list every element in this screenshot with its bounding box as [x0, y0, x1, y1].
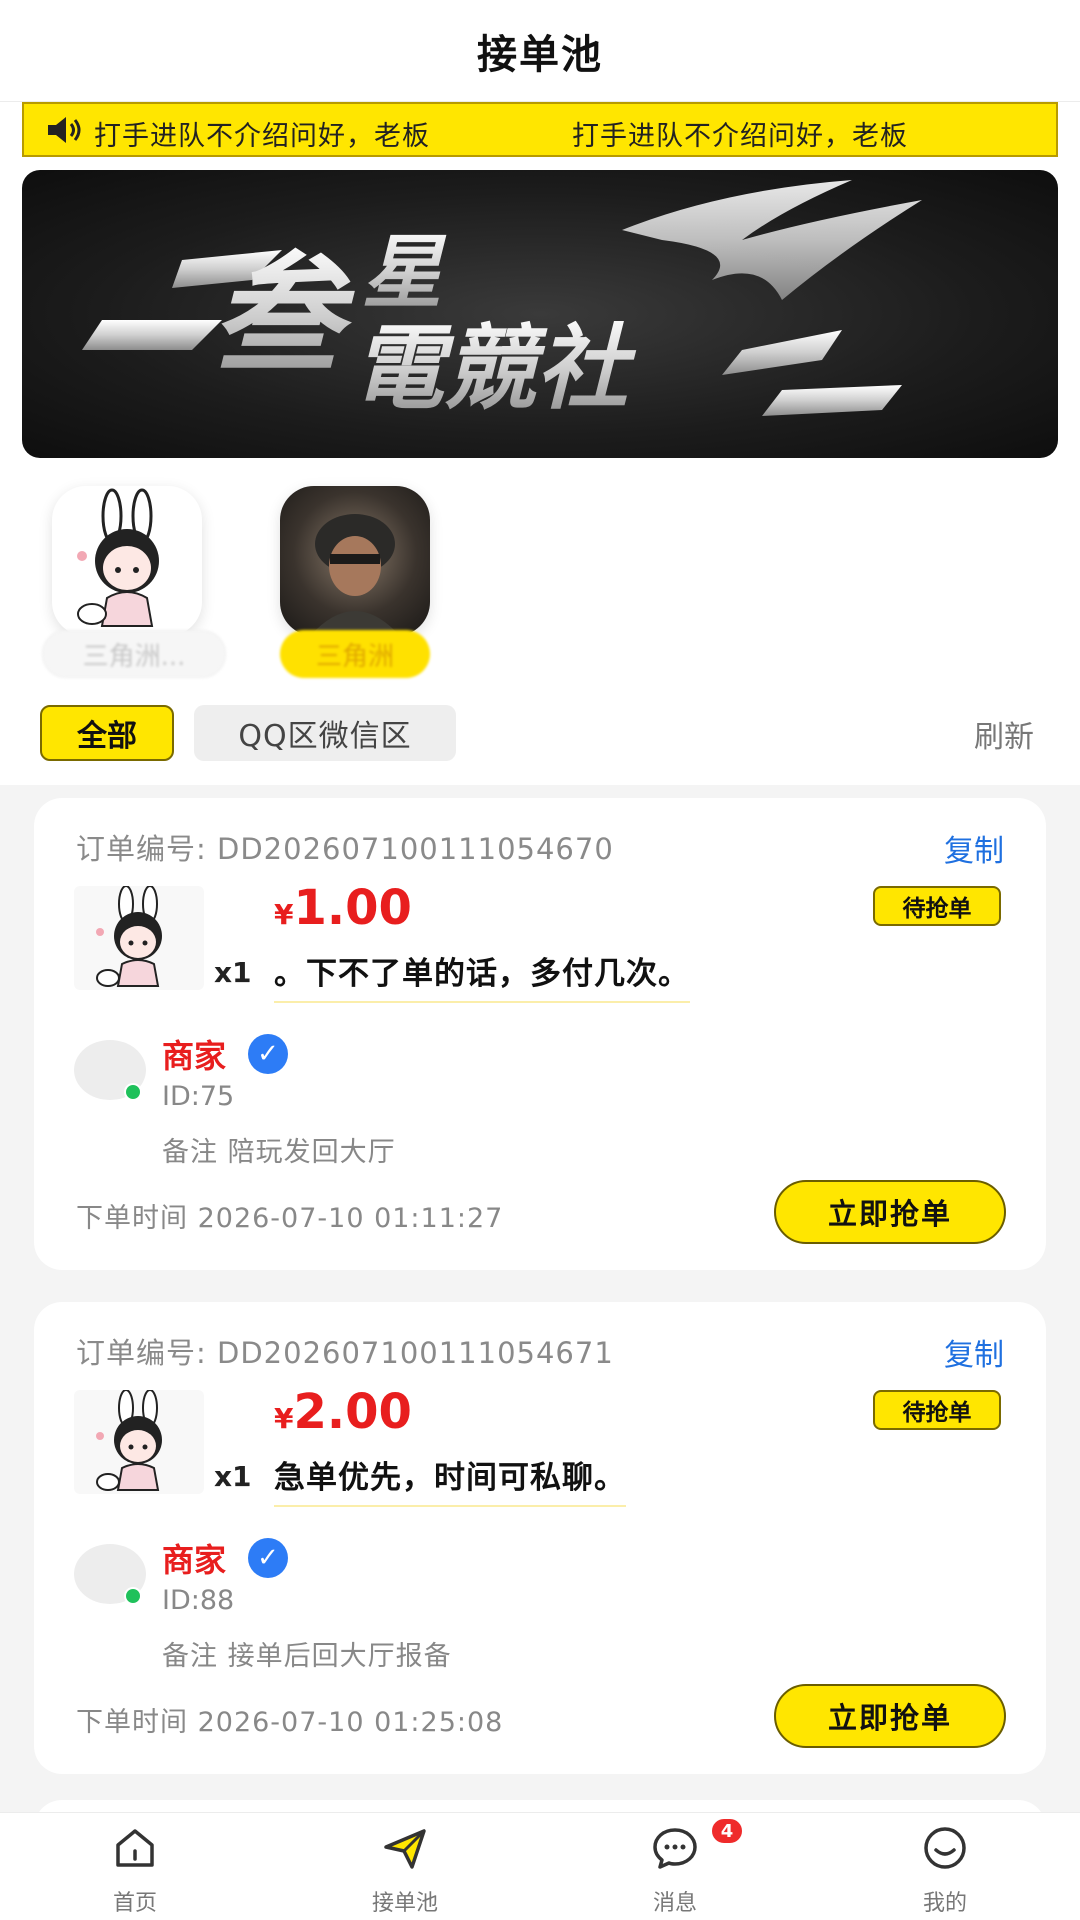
order-remark: 备注 陪玩发回大厅 [162, 1137, 396, 1168]
order-thumbnail [74, 1390, 204, 1494]
tab-profile[interactable]: 我的 [870, 1813, 1020, 1920]
bottom-tab-bar: 首页 接单池 4 消息 我的 [0, 1812, 1080, 1920]
order-number: 订单编号: DD202607100111054671 [76, 1336, 614, 1370]
tab-label: 我的 [922, 1891, 967, 1916]
banner-logo: 叁 星 電競社 [82, 180, 922, 422]
order-remark: 备注 接单后回大厅报备 [162, 1641, 452, 1672]
banner[interactable]: 叁 星 電競社 [22, 170, 1058, 458]
svg-text:星: 星 [362, 226, 447, 319]
verified-icon: ✓ [248, 1034, 288, 1074]
filter-zone-button[interactable]: QQ区微信区 [194, 705, 456, 761]
notice-message: 打手进队不介绍问好，老板 [572, 121, 908, 152]
tab-label: 首页 [112, 1891, 157, 1916]
game-avatar [280, 486, 430, 636]
merchant-id: ID:75 [162, 1081, 235, 1112]
order-quantity: x1 [214, 956, 252, 989]
filter-bar: 全部 QQ区微信区 刷新 [0, 700, 1080, 770]
svg-text:叁: 叁 [212, 239, 355, 391]
verified-icon: ✓ [248, 1538, 288, 1578]
speaker-icon [48, 117, 81, 143]
page-title: 接单池 [477, 31, 603, 78]
merchant-id: ID:88 [162, 1585, 235, 1616]
order-thumbnail [74, 886, 204, 990]
tab-order-pool[interactable]: 接单池 [330, 1813, 480, 1920]
order-time: 下单时间 2026-07-10 01:25:08 [76, 1707, 504, 1738]
grab-order-button[interactable]: 立即抢单 [774, 1180, 1006, 1244]
filter-all-button[interactable]: 全部 [40, 705, 174, 761]
order-price: ¥2.00 [274, 1384, 412, 1440]
tab-messages[interactable]: 4 消息 [600, 1813, 750, 1920]
order-number: 订单编号: DD202607100111054670 [76, 832, 614, 866]
merchant-name: 商家 [162, 1541, 227, 1579]
smile-icon [924, 1827, 966, 1869]
merchant-name: 商家 [162, 1037, 227, 1075]
order-card: 订单编号: DD202607100111054671 复制 x1 ¥2.00 急… [34, 1302, 1046, 1774]
svg-text:電競社: 電競社 [352, 315, 637, 422]
game-selector: 三角洲... 三角洲 [0, 480, 1080, 690]
status-badge: 待抢单 [873, 886, 1001, 926]
status-badge: 待抢单 [873, 1390, 1001, 1430]
tab-home[interactable]: 首页 [60, 1813, 210, 1920]
tab-label: 消息 [652, 1891, 697, 1916]
chat-icon [653, 1828, 697, 1869]
send-icon [384, 1829, 426, 1869]
copy-button[interactable]: 复制 [944, 1330, 1004, 1374]
online-indicator [124, 1587, 142, 1605]
page-header: 接单池 [0, 0, 1080, 102]
copy-button[interactable]: 复制 [944, 826, 1004, 870]
grab-order-button[interactable]: 立即抢单 [774, 1684, 1006, 1748]
order-price: ¥1.00 [274, 880, 412, 936]
game-name: 三角洲 [280, 630, 430, 678]
game-avatar [52, 486, 202, 636]
order-quantity: x1 [214, 1460, 252, 1493]
game-name: 三角洲... [42, 630, 226, 678]
refresh-button[interactable]: 刷新 [974, 712, 1034, 756]
notice-message: 打手进队不介绍问好，老板 [94, 121, 430, 152]
online-indicator [124, 1083, 142, 1101]
notice-bar: 打手进队不介绍问好，老板 打手进队不介绍问好，老板 [22, 102, 1058, 157]
home-icon [116, 1829, 154, 1867]
order-description: 急单优先，时间可私聊。 [274, 1452, 626, 1507]
tab-label: 接单池 [371, 1891, 438, 1916]
message-count-badge: 4 [710, 1817, 744, 1845]
order-card: 订单编号: DD202607100111054670 复制 x1 ¥1.00 。… [34, 798, 1046, 1270]
order-time: 下单时间 2026-07-10 01:11:27 [76, 1203, 504, 1234]
order-description: 。下不了单的话，多付几次。 [274, 948, 690, 1003]
